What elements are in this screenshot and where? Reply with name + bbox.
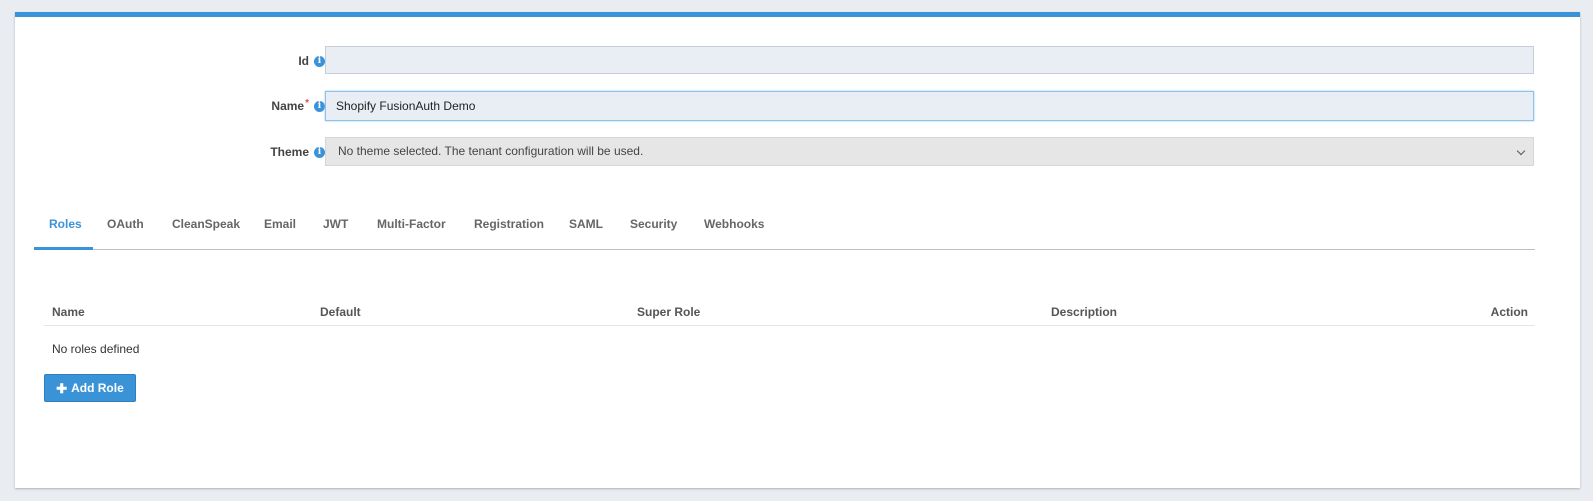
column-name[interactable]: Name [52,305,85,319]
tab-roles[interactable]: Roles [34,212,93,250]
tab-multi-factor[interactable]: Multi-Factor [377,212,446,249]
info-icon[interactable]: i [314,55,325,67]
name-label: Name * i [271,97,325,113]
id-row: Id i [15,46,1580,76]
name-row: Name * i [15,91,1580,121]
tab-cleanspeak[interactable]: CleanSpeak [172,212,240,249]
theme-label: Theme i [270,145,325,159]
info-icon[interactable]: i [314,100,325,112]
tab-saml[interactable]: SAML [569,212,603,249]
tab-oauth[interactable]: OAuth [107,212,144,249]
id-input[interactable] [325,46,1534,74]
theme-label-text: Theme [270,145,309,159]
name-input[interactable] [325,91,1534,121]
column-default[interactable]: Default [320,305,361,319]
info-icon[interactable]: i [314,146,325,158]
column-super-role[interactable]: Super Role [637,305,700,319]
tab-registration[interactable]: Registration [474,212,544,249]
tab-email[interactable]: Email [264,212,296,249]
column-action: Action [1490,305,1528,319]
empty-table-message: No roles defined [52,342,140,356]
id-label-text: Id [298,54,309,68]
roles-table-header: Name Default Super Role Description Acti… [44,305,1535,326]
add-role-label: Add Role [71,381,124,395]
tab-jwt[interactable]: JWT [323,212,348,249]
theme-select[interactable]: No theme selected. The tenant configurat… [325,137,1534,166]
required-asterisk: * [305,97,309,109]
id-label: Id i [298,54,325,68]
application-form-panel: Id i Name* i Theme i No theme selected. … [15,12,1580,488]
name-label-text: Name [271,99,305,113]
tab-security[interactable]: Security [630,212,677,249]
theme-selected-value: No theme selected. The tenant configurat… [338,144,644,158]
plus-icon: ✚ [56,380,68,396]
tab-webhooks[interactable]: Webhooks [704,212,764,249]
chevron-down-icon [1516,146,1526,156]
column-description[interactable]: Description [1051,305,1117,319]
theme-row: Theme i No theme selected. The tenant co… [15,137,1580,167]
add-role-button[interactable]: ✚ Add Role [44,374,136,402]
tab-bar: Roles OAuth CleanSpeak Email JWT Multi-F… [34,212,1535,250]
